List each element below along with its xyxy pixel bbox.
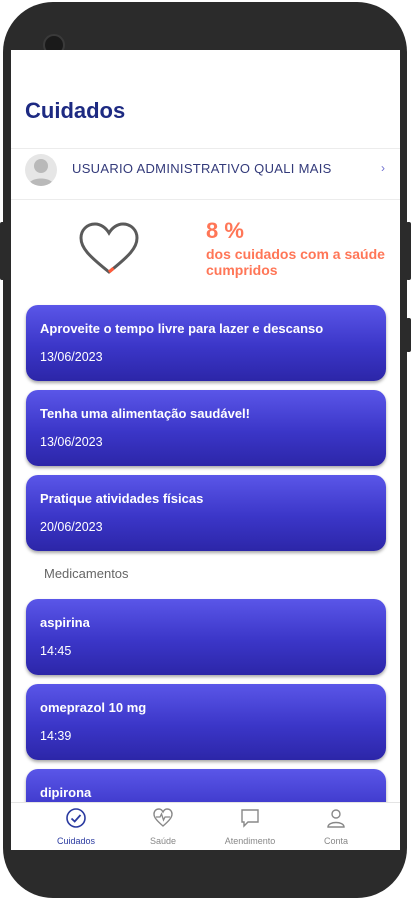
chat-icon (241, 809, 259, 828)
medication-name: aspirina (40, 615, 90, 630)
care-title: Tenha uma alimentação saudável! (40, 406, 250, 421)
tab-conta[interactable]: Conta (291, 807, 381, 846)
medication-time: 14:45 (40, 644, 72, 658)
power-button (406, 318, 411, 352)
care-card[interactable]: Pratique atividades físicas 20/06/2023 (26, 475, 386, 551)
side-button (406, 222, 411, 280)
tab-atendimento[interactable]: Atendimento (205, 807, 295, 846)
care-card[interactable]: Aproveite o tempo livre para lazer e des… (26, 305, 386, 381)
care-date: 13/06/2023 (40, 350, 103, 364)
care-date: 13/06/2023 (40, 435, 103, 449)
medication-name: dipirona (40, 785, 92, 800)
volume-button (0, 222, 5, 280)
care-title: Pratique atividades físicas (40, 491, 204, 506)
user-icon (327, 809, 345, 828)
progress-caption: dos cuidados com a saúde cumpridos (206, 246, 385, 278)
medication-card[interactable]: omeprazol 10 mg 14:39 (26, 684, 386, 760)
tab-label: Saúde (149, 836, 177, 846)
tab-cuidados[interactable]: Cuidados (31, 807, 121, 846)
bottom-tab-bar: Cuidados Saúde Atendimento Conta (11, 802, 400, 850)
care-date: 20/06/2023 (40, 520, 103, 534)
tab-label: Cuidados (56, 836, 96, 846)
care-card[interactable]: Tenha uma alimentação saudável! 13/06/20… (26, 390, 386, 466)
progress-percent: 8 % (206, 218, 244, 243)
medication-card[interactable]: aspirina 14:45 (26, 599, 386, 675)
heart-pulse-icon (153, 808, 173, 827)
user-name: USUARIO ADMINISTRATIVO QUALI MAIS (72, 161, 332, 176)
tab-saude[interactable]: Saúde (118, 807, 208, 846)
chevron-right-icon: › (381, 161, 385, 175)
avatar (25, 154, 57, 186)
heart-progress-icon (79, 222, 139, 274)
medication-name: omeprazol 10 mg (40, 700, 147, 715)
tab-label: Atendimento (224, 836, 276, 846)
page-title: Cuidados (25, 98, 126, 123)
user-row[interactable]: USUARIO ADMINISTRATIVO QUALI MAIS › (11, 148, 400, 200)
medication-time: 14:39 (40, 729, 72, 743)
check-circle-icon (66, 808, 86, 828)
tab-label: Conta (323, 836, 349, 846)
care-title: Aproveite o tempo livre para lazer e des… (40, 321, 324, 336)
app-screen: Cuidados USUARIO ADMINISTRATIVO QUALI MA… (11, 50, 400, 850)
medications-header: Medicamentos (44, 566, 129, 581)
